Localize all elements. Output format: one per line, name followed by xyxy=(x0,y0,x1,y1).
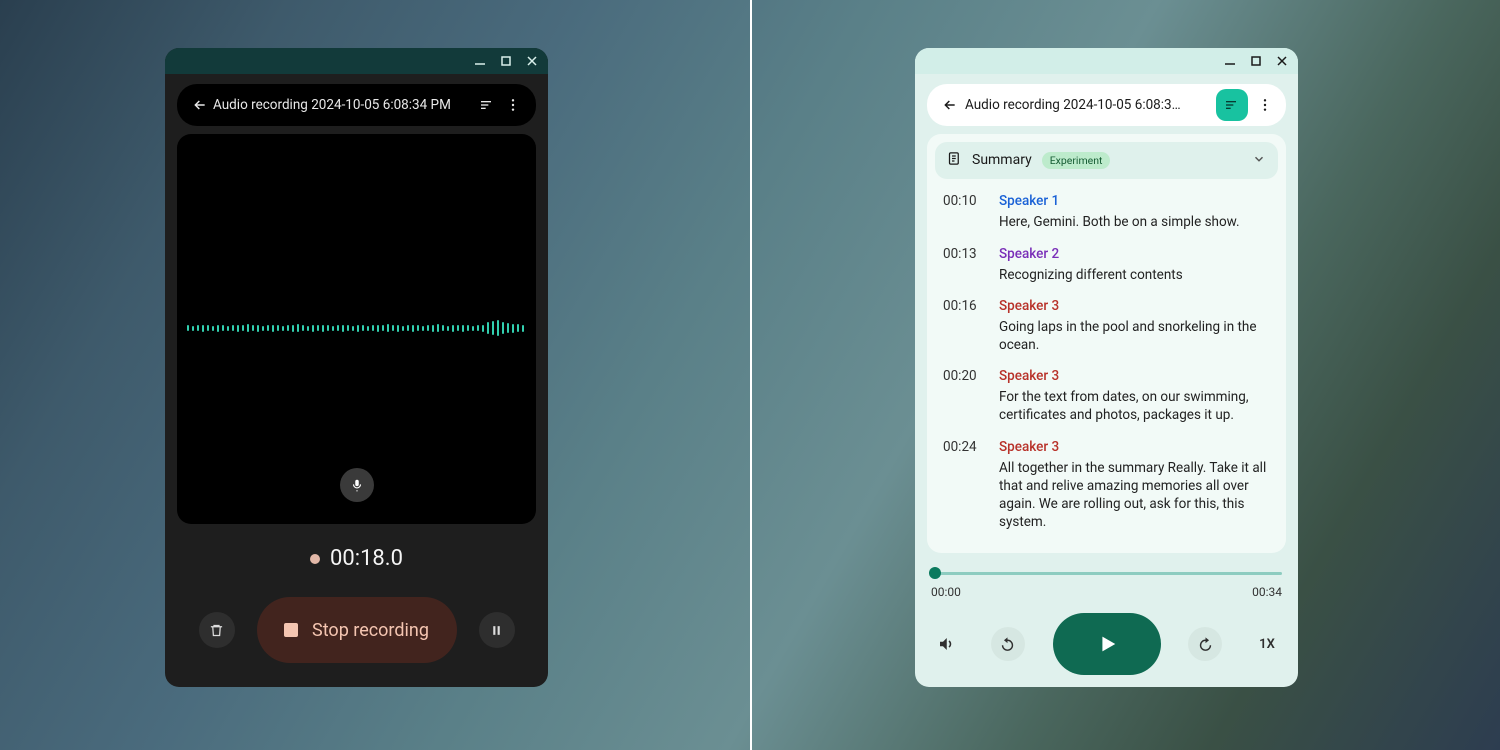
transcript-row[interactable]: 00:13 Speaker 2 Recognizing different cont… xyxy=(943,246,1270,284)
transcript-time: 00:13 xyxy=(943,246,979,284)
transcript-text: Recognizing different contents xyxy=(999,266,1270,284)
transcript-text: Here, Gemini. Both be on a simple show. xyxy=(999,213,1270,231)
summary-toggle[interactable]: Summary Experiment xyxy=(935,142,1278,180)
minimize-icon[interactable] xyxy=(474,55,486,67)
pause-button[interactable] xyxy=(479,612,515,648)
close-icon[interactable] xyxy=(1276,55,1288,67)
timer-value: 00:18.0 xyxy=(330,546,403,571)
recording-title: Audio recording 2024-10-05 6:08:34 PM xyxy=(213,97,474,113)
transcript-button[interactable] xyxy=(1216,89,1248,121)
maximize-icon[interactable] xyxy=(500,55,512,67)
transcript-text: All together in the summary Really. Take… xyxy=(999,459,1270,532)
transcript-time: 00:16 xyxy=(943,298,979,354)
waveform xyxy=(177,316,536,340)
rewind-button[interactable] xyxy=(991,627,1025,661)
transcript-card: Summary Experiment 00:10 Speaker 1 Here, G… xyxy=(927,134,1286,553)
experiment-badge: Experiment xyxy=(1042,152,1111,169)
back-icon[interactable] xyxy=(187,97,213,113)
minimize-icon[interactable] xyxy=(1224,55,1236,67)
back-icon[interactable] xyxy=(937,97,963,113)
transcript-speaker: Speaker 1 xyxy=(999,193,1270,209)
transcript-row[interactable]: 00:16 Speaker 3 Going laps in the pool and… xyxy=(943,298,1270,354)
timer-row: 00:18.0 xyxy=(165,546,548,571)
transcript-time: 00:20 xyxy=(943,368,979,424)
playback-window: Audio recording 2024-10-05 6:08:3… Summa… xyxy=(915,48,1298,687)
app-header: Audio recording 2024-10-05 6:08:3… xyxy=(927,84,1286,126)
recording-title: Audio recording 2024-10-05 6:08:3… xyxy=(965,97,1214,113)
record-indicator-icon xyxy=(310,554,320,564)
title-bar xyxy=(915,48,1298,74)
transcript-speaker: Speaker 3 xyxy=(999,368,1270,384)
current-time: 00:00 xyxy=(931,585,961,599)
stop-label: Stop recording xyxy=(312,620,429,641)
transcript-row[interactable]: 00:20 Speaker 3 For the text from dates, o… xyxy=(943,368,1270,424)
volume-button[interactable] xyxy=(929,627,963,661)
delete-button[interactable] xyxy=(199,612,235,648)
transcript-speaker: Speaker 2 xyxy=(999,246,1270,262)
player-controls: 00:00 00:34 1X xyxy=(927,559,1286,675)
transcript-time: 00:10 xyxy=(943,193,979,231)
maximize-icon[interactable] xyxy=(1250,55,1262,67)
stop-recording-button[interactable]: Stop recording xyxy=(257,597,457,663)
seek-times: 00:00 00:34 xyxy=(931,585,1282,599)
recorder-controls: Stop recording xyxy=(165,597,548,663)
panel-divider xyxy=(750,0,752,750)
summary-label: Summary xyxy=(972,152,1032,168)
transcript-speaker: Speaker 3 xyxy=(999,298,1270,314)
more-icon[interactable] xyxy=(500,97,526,113)
title-bar xyxy=(165,48,548,74)
chevron-down-icon xyxy=(1252,151,1266,170)
transcript-row[interactable]: 00:24 Speaker 3 All together in the summar… xyxy=(943,439,1270,532)
transcript-text: For the text from dates, on our swimming… xyxy=(999,388,1270,424)
close-icon[interactable] xyxy=(526,55,538,67)
transcript-list: 00:10 Speaker 1 Here, Gemini. Both be on a… xyxy=(927,179,1286,547)
waveform-panel xyxy=(177,134,536,524)
transcript-speaker: Speaker 3 xyxy=(999,439,1270,455)
transcript-row[interactable]: 00:10 Speaker 1 Here, Gemini. Both be on a… xyxy=(943,193,1270,231)
forward-button[interactable] xyxy=(1188,627,1222,661)
seek-thumb[interactable] xyxy=(929,567,941,579)
speed-button[interactable]: 1X xyxy=(1250,637,1284,652)
seek-bar[interactable] xyxy=(931,565,1282,581)
stop-icon xyxy=(284,623,298,637)
play-button[interactable] xyxy=(1053,613,1161,675)
transcript-time: 00:24 xyxy=(943,439,979,532)
list-icon[interactable] xyxy=(474,97,500,113)
mic-button[interactable] xyxy=(340,468,374,502)
total-time: 00:34 xyxy=(1252,585,1282,599)
more-icon[interactable] xyxy=(1254,97,1276,113)
recorder-window: Audio recording 2024-10-05 6:08:34 PM 00… xyxy=(165,48,548,687)
transcript-text: Going laps in the pool and snorkeling in… xyxy=(999,318,1270,354)
summary-icon xyxy=(947,151,962,170)
app-header: Audio recording 2024-10-05 6:08:34 PM xyxy=(177,84,536,126)
